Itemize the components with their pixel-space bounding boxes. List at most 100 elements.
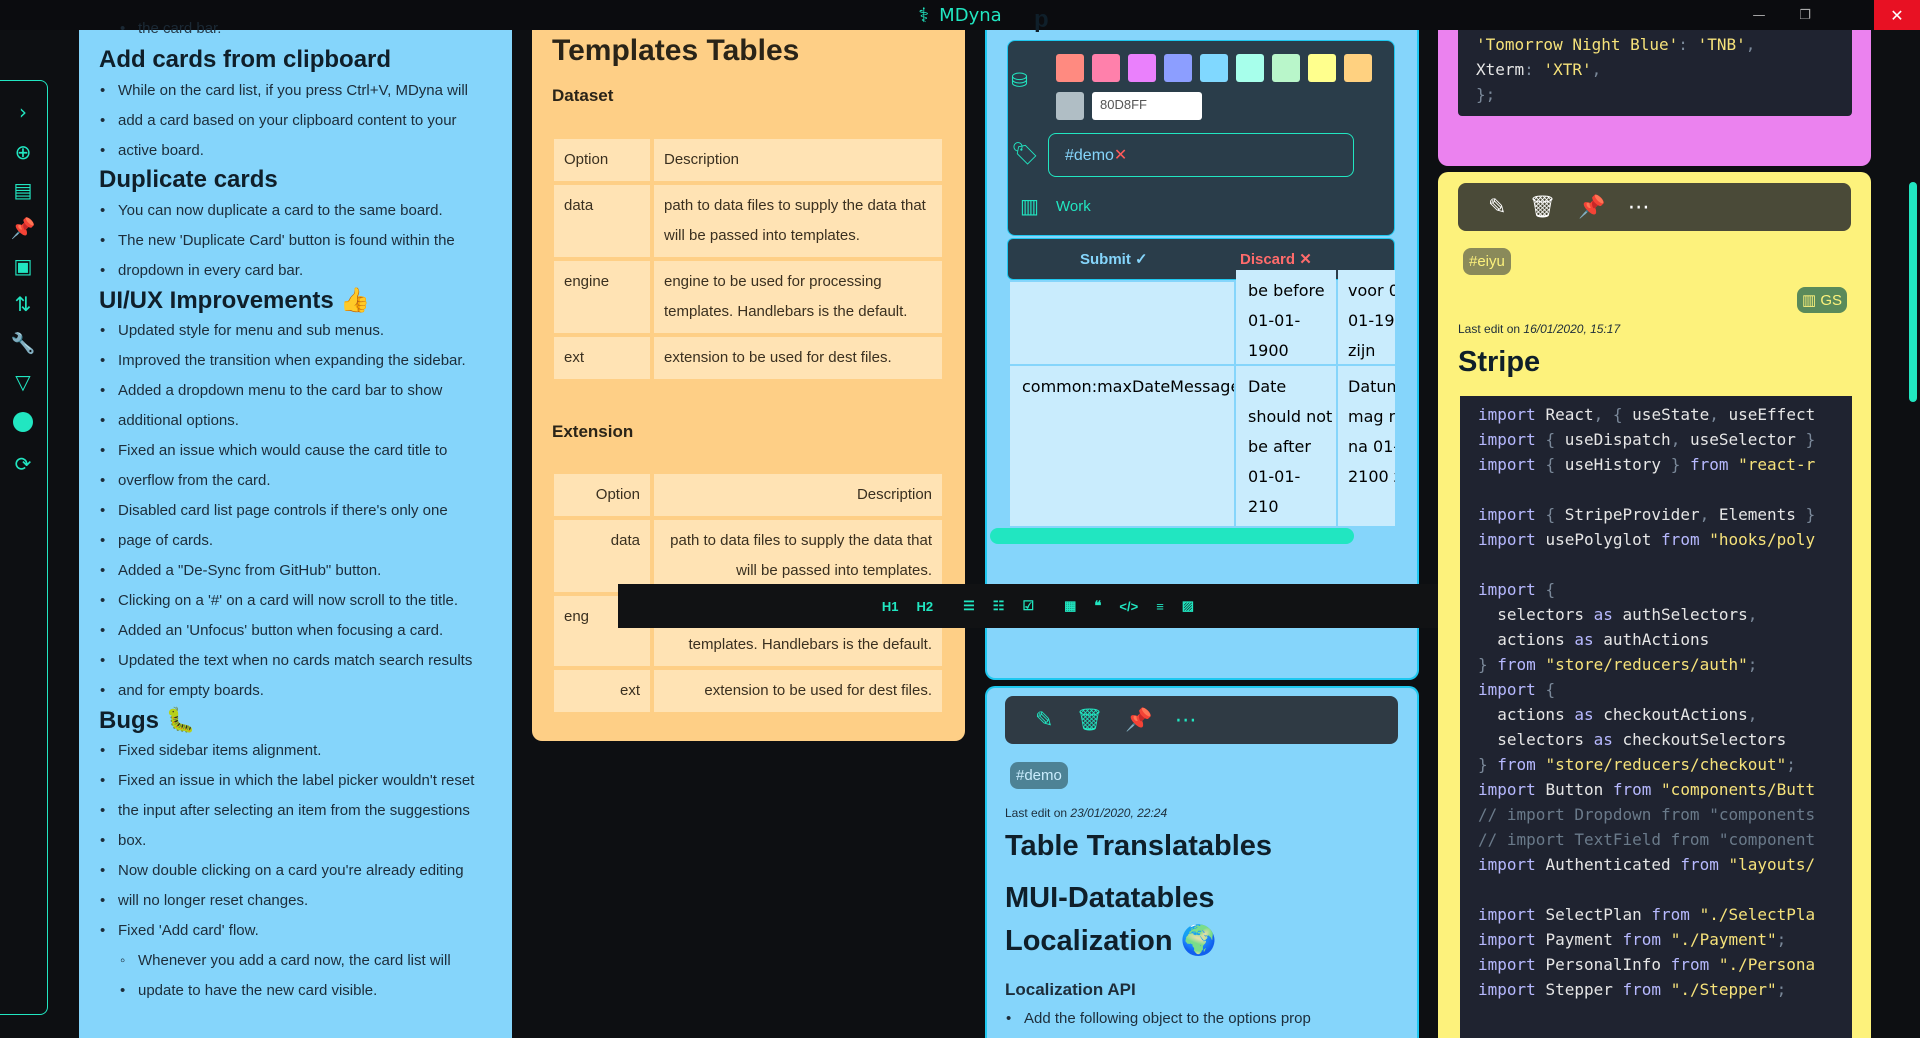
table-row: ext extension to be used for dest files. bbox=[554, 670, 942, 712]
filter-icon[interactable]: ▽ bbox=[10, 369, 36, 395]
edit-icon[interactable]: ✎ bbox=[1035, 708, 1053, 733]
code-line: import { bbox=[1478, 680, 1556, 699]
list-item-cont: page of cards. bbox=[100, 526, 213, 556]
expand-icon[interactable]: › bbox=[10, 99, 36, 125]
title-bar: ⚕ MDyna — ❐ ✕ bbox=[0, 0, 1920, 30]
list-item: the card bar. bbox=[120, 18, 221, 40]
list-item: Added a "De-Sync from GitHub" button. bbox=[100, 556, 381, 586]
h1-button[interactable]: H1 bbox=[882, 599, 899, 614]
horizontal-scrollbar[interactable] bbox=[990, 528, 1354, 544]
color-swatch[interactable] bbox=[1272, 54, 1300, 82]
card-heading: Localization 🌍 bbox=[1005, 925, 1217, 957]
list-item-cont: and for empty boards. bbox=[100, 676, 264, 706]
code-icon[interactable]: </> bbox=[1119, 599, 1138, 614]
more-icon[interactable]: ⋯ bbox=[1175, 708, 1197, 733]
last-edit: Last edit on 23/01/2020, 22:24 bbox=[1005, 806, 1168, 820]
list-item: Fixed an issue in which the label picker… bbox=[100, 766, 474, 796]
dna-icon: ⚕ bbox=[918, 3, 930, 27]
h2-button[interactable]: H2 bbox=[917, 599, 934, 614]
tag-input[interactable]: #demo✕ bbox=[1048, 133, 1354, 177]
color-swatch[interactable] bbox=[1056, 92, 1084, 120]
list-item-cont: update to have the new card visible. bbox=[120, 976, 377, 1006]
tag-remove-icon[interactable]: ✕ bbox=[1114, 147, 1127, 164]
bug-icon: 🐛 bbox=[165, 707, 196, 734]
divider-icon[interactable]: ≡ bbox=[1156, 599, 1164, 614]
list-item-cont: active board. bbox=[100, 136, 204, 166]
github-icon[interactable] bbox=[10, 409, 36, 435]
submit-button[interactable]: Submit ✓ bbox=[1080, 250, 1148, 268]
numbered-list-icon[interactable]: ☷ bbox=[993, 598, 1005, 614]
board-badge[interactable]: ▥ GS bbox=[1797, 287, 1848, 313]
color-swatch[interactable] bbox=[1056, 54, 1084, 82]
code-line: import Payment from "./Payment"; bbox=[1478, 930, 1787, 949]
table-icon[interactable]: ▦ bbox=[1064, 598, 1076, 614]
color-swatch[interactable] bbox=[1164, 54, 1192, 82]
color-bucket-icon: ⛁ bbox=[1011, 68, 1028, 92]
color-swatch[interactable] bbox=[1200, 54, 1228, 82]
bullet-list-icon[interactable]: ☰ bbox=[963, 598, 975, 614]
add-card-icon[interactable]: ⊕ bbox=[10, 139, 36, 165]
maximize-button[interactable]: ❐ bbox=[1782, 0, 1828, 30]
color-swatch[interactable] bbox=[1308, 54, 1336, 82]
app-title: MDyna bbox=[939, 4, 1002, 26]
checklist-icon[interactable]: ☑ bbox=[1022, 598, 1034, 614]
hex-color-input[interactable]: 80D8FF bbox=[1092, 92, 1202, 120]
sort-icon[interactable]: ⇅ bbox=[10, 291, 36, 317]
list-item: Whenever you add a card now, the card li… bbox=[120, 946, 451, 976]
list-item-cont: overflow from the card. bbox=[100, 466, 271, 496]
card-tag[interactable]: #eiyu bbox=[1463, 248, 1511, 275]
minimize-button[interactable]: — bbox=[1736, 0, 1782, 30]
discard-button[interactable]: Discard ✕ bbox=[1240, 250, 1312, 268]
list-item: The new 'Duplicate Card' button is found… bbox=[100, 226, 455, 256]
code-line: selectors as authSelectors, bbox=[1497, 605, 1758, 624]
card-title-partial: p bbox=[1034, 6, 1049, 33]
code-line: actions as checkoutActions, bbox=[1497, 705, 1758, 724]
card-heading: MUI-Datatables bbox=[1005, 882, 1215, 914]
submit-bar: Submit ✓ Discard ✕ bbox=[1007, 238, 1395, 280]
section-title: Add cards from clipboard bbox=[99, 46, 392, 73]
code-line: import React, { useState, useEffect bbox=[1478, 405, 1816, 424]
vertical-scrollbar[interactable] bbox=[1909, 182, 1917, 402]
list-item: Clicking on a '#' on a card will now scr… bbox=[100, 586, 458, 616]
code-line: import { StripeProvider, Elements } bbox=[1478, 505, 1816, 524]
list-item: Added an 'Unfocus' button when focusing … bbox=[100, 616, 443, 646]
more-icon[interactable]: ⋯ bbox=[1628, 195, 1650, 220]
edit-icon[interactable]: ✎ bbox=[1488, 195, 1506, 220]
archive-icon[interactable]: ▣ bbox=[10, 253, 36, 279]
color-swatch[interactable] bbox=[1128, 54, 1156, 82]
card-tag[interactable]: #demo bbox=[1010, 762, 1068, 789]
last-edit: Last edit on 16/01/2020, 15:17 bbox=[1458, 322, 1621, 336]
pin-icon[interactable]: 📌 bbox=[1578, 195, 1605, 220]
color-swatch[interactable] bbox=[1092, 54, 1120, 82]
trash-icon[interactable]: 🗑 bbox=[1528, 195, 1556, 220]
list-item: Add the following object to the options … bbox=[1006, 1004, 1311, 1034]
list-item-cont: box. bbox=[100, 826, 147, 856]
trash-icon[interactable]: 🗑 bbox=[1075, 708, 1103, 733]
code-line: actions as authActions bbox=[1497, 630, 1710, 649]
card-bar: ✎ 🗑 📌 ⋯ bbox=[1005, 696, 1398, 744]
settings-wrench-icon[interactable]: 🔧 bbox=[10, 330, 36, 356]
sync-icon[interactable]: ⟳ bbox=[10, 451, 36, 477]
table-row: ext extension to be used for dest files. bbox=[554, 337, 942, 379]
card-title: Stripe bbox=[1458, 346, 1541, 378]
table-cell: be before 01-01- 1900 bbox=[1236, 270, 1336, 364]
dataset-heading: Dataset bbox=[552, 86, 614, 105]
pin-icon[interactable]: 📌 bbox=[1125, 708, 1152, 733]
color-swatch[interactable] bbox=[1344, 54, 1372, 82]
table-row: engine engine to be used for processing t… bbox=[554, 261, 942, 333]
image-icon[interactable]: ▨ bbox=[1182, 598, 1194, 614]
board-label[interactable]: Work bbox=[1056, 198, 1091, 215]
list-item-cont: add a card based on your clipboard conte… bbox=[100, 106, 457, 136]
list-item: Fixed an issue which would cause the car… bbox=[100, 436, 447, 466]
quote-icon[interactable]: ❝ bbox=[1094, 598, 1101, 614]
code-line: import Authenticated from "layouts/ bbox=[1478, 855, 1816, 874]
pin-icon[interactable]: 📌 bbox=[10, 215, 36, 241]
list-item: Fixed sidebar items alignment. bbox=[100, 736, 321, 766]
code-line: } from "store/reducers/auth"; bbox=[1478, 655, 1758, 674]
sidebar: › ⊕ ▤ 📌 ▣ ⇅ 🔧 ▽ ⟳ bbox=[0, 80, 48, 1015]
color-swatch[interactable] bbox=[1236, 54, 1264, 82]
close-button[interactable]: ✕ bbox=[1874, 0, 1920, 30]
boards-icon[interactable]: ▤ bbox=[10, 177, 36, 203]
